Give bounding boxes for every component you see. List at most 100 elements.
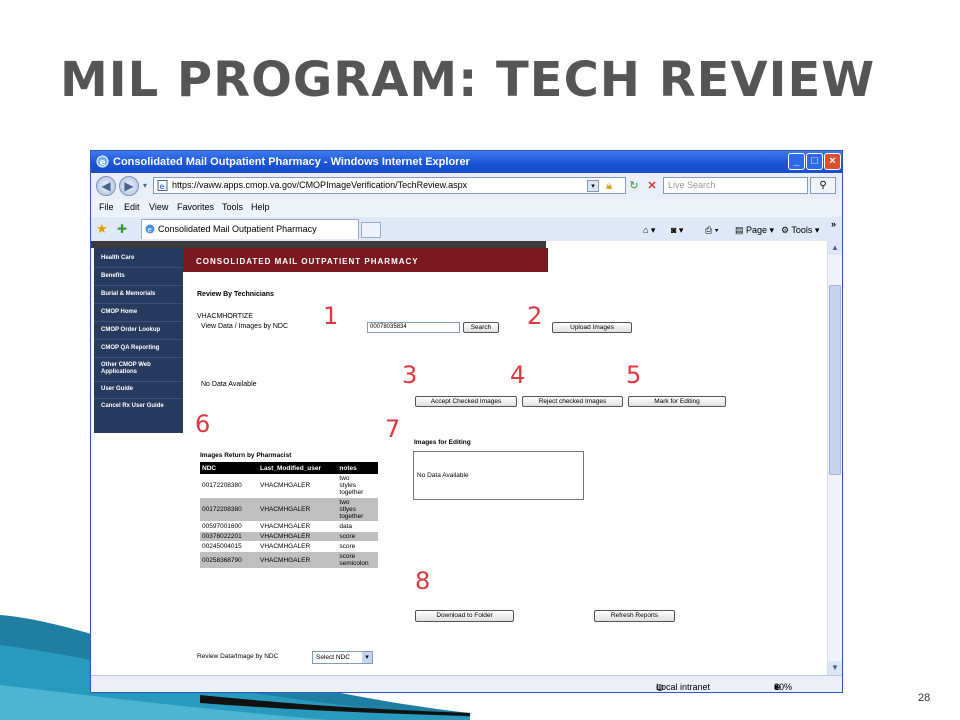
note-line: two <box>339 475 350 482</box>
menu-file[interactable]: File <box>99 202 114 212</box>
url-dropdown-icon[interactable]: ▾ <box>587 180 599 192</box>
note-line: score <box>339 543 356 550</box>
note-line: together <box>339 513 364 520</box>
editing-panel: No Data Available <box>413 451 584 500</box>
tab-cmop[interactable]: e Consolidated Mail Outpatient Pharmacy <box>141 219 359 239</box>
ie-logo-icon: e <box>96 155 109 168</box>
tab-title: Consolidated Mail Outpatient Pharmacy <box>158 224 317 234</box>
search-input[interactable]: Live Search <box>663 177 808 194</box>
review-by-ndc-label: Review Data/Image by NDC <box>197 653 279 660</box>
column-header-ndc[interactable]: NDC <box>200 462 258 474</box>
note-line: data <box>339 523 353 530</box>
scrollbar-thumb[interactable] <box>829 285 841 475</box>
sidebar-item-other-cmop-apps[interactable]: Other CMOP Web Applications <box>94 362 174 376</box>
refresh-reports-button[interactable]: Refresh Reports <box>594 610 675 622</box>
print-icon[interactable]: ⎙ ▾ <box>705 224 718 236</box>
add-favorite-icon[interactable]: ✚ <box>117 222 127 236</box>
callout-4: 4 <box>510 361 526 389</box>
current-user: VHACMHORTIZE <box>197 313 253 320</box>
window-title: Consolidated Mail Outpatient Pharmacy - … <box>113 156 470 168</box>
gear-icon: ⚙ <box>781 225 792 235</box>
magnifier-icon: ⚲ <box>819 180 827 191</box>
ndc-search-input[interactable]: 00078035834 <box>367 322 460 333</box>
chevron-down-icon: ▾ <box>774 682 779 692</box>
notes-cell: score semicolon <box>337 551 378 569</box>
sidebar-item-cmop-order-lookup[interactable]: CMOP Order Lookup <box>94 327 183 334</box>
page-menu[interactable]: ▤ Page ▾ <box>735 224 774 236</box>
status-bar: ◍ Local intranet ⊕ 80% ▾ <box>91 675 842 692</box>
ndc-cell: 00597001600 <box>200 521 258 532</box>
table-row[interactable]: 00172208380 VHACMHGALER two styles together <box>200 474 378 498</box>
minimize-button[interactable]: _ <box>788 153 805 170</box>
close-button[interactable]: × <box>824 153 841 170</box>
column-header-notes[interactable]: notes <box>337 462 378 474</box>
refresh-icon[interactable]: ↻ <box>626 178 642 194</box>
table-row[interactable]: 00378022201 VHACMHGALER score <box>200 531 378 542</box>
select-ndc-dropdown[interactable]: Select NDC ▾ <box>312 651 373 664</box>
page-icon: e <box>157 180 168 191</box>
callout-6: 6 <box>195 410 211 438</box>
menu-edit[interactable]: Edit <box>124 202 140 212</box>
menu-view[interactable]: View <box>149 202 168 212</box>
maximize-button[interactable]: □ <box>806 153 823 170</box>
more-chevron-icon[interactable]: » <box>831 218 836 230</box>
table-row[interactable]: 00172208380 VHACMHGALER two stlyes together <box>200 497 378 522</box>
home-icon[interactable]: ⌂ ▾ <box>643 224 655 236</box>
top-nav-strip <box>91 241 546 248</box>
browser-window: e Consolidated Mail Outpatient Pharmacy … <box>90 150 843 693</box>
scroll-up-icon[interactable]: ▲ <box>828 241 842 255</box>
returns-table: NDC Last_Modified_user notes 00172208380… <box>200 462 378 569</box>
search-go-button[interactable]: ⚲ <box>810 177 836 194</box>
sidebar-item-cancel-rx-guide[interactable]: Cancel Rx User Guide <box>94 403 164 410</box>
note-line: score <box>339 533 356 540</box>
download-to-folder-button[interactable]: Download to Folder <box>415 610 514 622</box>
notes-cell: score <box>337 531 378 542</box>
feeds-icon[interactable]: ◙ ▾ <box>671 224 683 236</box>
table-row[interactable]: 00597001600 VHACMHGALER data <box>200 521 378 532</box>
forward-button[interactable]: ▶ <box>119 176 139 196</box>
back-button[interactable]: ◀ <box>96 176 116 196</box>
sidebar-item-health-care[interactable]: Health Care <box>94 255 183 262</box>
sidebar-item-burial-memorials[interactable]: Burial & Memorials <box>94 291 183 298</box>
ndc-cell: 00245004015 <box>200 541 258 552</box>
ndc-cell: 00378022201 <box>200 531 258 542</box>
url-input[interactable]: e https://vaww.apps.cmop.va.gov/CMOPImag… <box>153 177 626 194</box>
address-bar: ◀ ▶ ▾ e https://vaww.apps.cmop.va.gov/CM… <box>91 173 842 200</box>
table-row[interactable]: 00245004015 VHACMHGALER score <box>200 541 378 552</box>
cmop-banner: CONSOLIDATED MAIL OUTPATIENT PHARMACY <box>183 248 548 272</box>
editing-no-data: No Data Available <box>417 472 469 479</box>
upload-images-button[interactable]: Upload Images <box>552 322 632 333</box>
sidebar-item-cmop-qa-reporting[interactable]: CMOP QA Reporting <box>94 345 183 352</box>
search-button[interactable]: Search <box>463 322 499 333</box>
page-menu-label: Page <box>746 225 768 235</box>
table-row[interactable]: 00258368790 VHACMHGALER score semicolon <box>200 551 378 569</box>
callout-5: 5 <box>626 361 642 389</box>
reject-checked-images-button[interactable]: Reject checked Images <box>522 396 623 407</box>
new-tab-button[interactable] <box>361 222 381 238</box>
user-cell: VHACMHGALER <box>258 551 338 569</box>
menu-tools[interactable]: Tools <box>222 202 243 212</box>
tools-menu[interactable]: ⚙ Tools ▾ <box>781 224 819 236</box>
sidebar-item-cmop-home[interactable]: CMOP Home <box>94 309 183 316</box>
scroll-down-icon[interactable]: ▼ <box>828 661 842 675</box>
menu-help[interactable]: Help <box>251 202 270 212</box>
sidebar-nav: Health Care Benefits Burial & Memorials … <box>94 248 183 433</box>
tab-bar: ★ ✚ e Consolidated Mail Outpatient Pharm… <box>91 217 842 242</box>
favorites-star-icon[interactable]: ★ <box>96 222 108 236</box>
menu-favorites[interactable]: Favorites <box>177 202 214 212</box>
tools-menu-label: Tools <box>791 225 813 235</box>
history-dropdown-icon[interactable]: ▾ <box>137 178 153 194</box>
accept-checked-images-button[interactable]: Accept Checked Images <box>415 396 517 407</box>
user-cell: VHACMHGALER <box>258 531 338 542</box>
sidebar-item-benefits[interactable]: Benefits <box>94 273 183 280</box>
stop-icon[interactable]: ✕ <box>644 178 660 194</box>
select-ndc-value: Select NDC <box>316 654 350 661</box>
sidebar-item-user-guide[interactable]: User Guide <box>94 386 183 393</box>
mark-for-editing-button[interactable]: Mark for Editing <box>628 396 726 407</box>
sidebar-divider <box>94 398 183 399</box>
svg-text:e: e <box>160 182 165 191</box>
vertical-scrollbar[interactable]: ▲ ▼ <box>827 241 842 675</box>
column-header-user[interactable]: Last_Modified_user <box>258 462 338 474</box>
lock-icon[interactable]: 🔒︎ <box>601 178 617 194</box>
sidebar-divider <box>94 339 183 340</box>
